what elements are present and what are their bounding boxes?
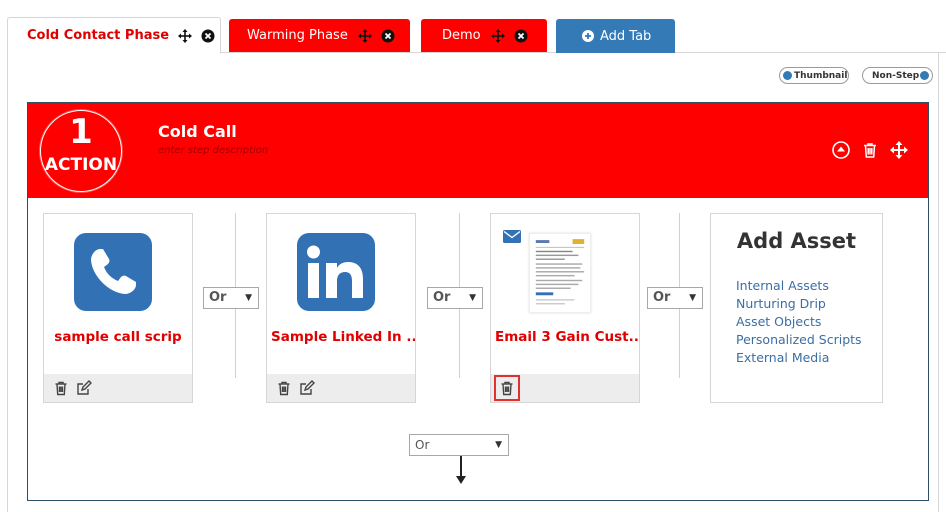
collapse-icon[interactable] <box>832 141 850 159</box>
or-select-value: Or <box>433 290 451 305</box>
tab-label: Demo <box>442 28 481 43</box>
add-asset-nurturing-drip[interactable]: Nurturing Drip <box>736 295 862 313</box>
asset-card[interactable]: sample call scrip <box>43 213 193 403</box>
tab-label: Cold Contact Phase <box>27 28 170 43</box>
add-asset-title: Add Asset <box>736 229 857 253</box>
non-step-toggle[interactable]: Non-Step <box>862 67 933 84</box>
plus-circle-icon <box>582 30 594 42</box>
thumbnail-toggle-label: Thumbnail <box>794 70 848 81</box>
delete-asset-button[interactable] <box>494 375 520 401</box>
trash-icon[interactable] <box>53 380 69 396</box>
edit-icon[interactable] <box>299 380 315 396</box>
add-asset-external-media[interactable]: External Media <box>736 349 862 367</box>
add-tab-label: Add Tab <box>600 28 652 44</box>
or-select-value: Or <box>653 290 671 305</box>
trash-icon <box>501 381 513 396</box>
asset-card-actions <box>44 374 192 402</box>
thumbnail-toggle[interactable]: Thumbnail <box>779 67 849 84</box>
close-icon[interactable] <box>381 29 395 43</box>
or-select-value: Or <box>209 290 227 305</box>
step-type: ACTION <box>44 155 118 175</box>
add-asset-internal-assets[interactable]: Internal Assets <box>736 277 862 295</box>
phase-tabs: Cold Contact Phase Warming Phase Demo Ad… <box>0 0 946 54</box>
chevron-down-icon: ▼ <box>495 440 502 450</box>
asset-name[interactable]: Email 3 Gain Cust... <box>491 329 639 345</box>
asset-card-actions <box>267 374 415 402</box>
step-panel: 1 ACTION Cold Call enter step descriptio… <box>27 102 929 501</box>
chevron-down-icon: ▼ <box>245 293 252 303</box>
add-asset-personalized-scripts[interactable]: Personalized Scripts <box>736 331 862 349</box>
asset-card[interactable]: Sample Linked In ... <box>266 213 416 403</box>
move-icon[interactable] <box>178 28 193 43</box>
asset-name[interactable]: sample call scrip <box>44 329 192 345</box>
step-header-actions <box>821 141 908 159</box>
non-step-toggle-label: Non-Step <box>872 70 920 81</box>
envelope-icon <box>503 230 521 243</box>
chevron-down-icon: ▼ <box>469 293 476 303</box>
add-tab-button[interactable]: Add Tab <box>556 19 675 53</box>
edit-icon[interactable] <box>76 380 92 396</box>
step-connector-value: Or <box>415 438 430 452</box>
step-badge: 1 ACTION <box>40 110 122 192</box>
add-asset-asset-objects[interactable]: Asset Objects <box>736 313 862 331</box>
trash-icon[interactable] <box>861 141 879 159</box>
step-header: 1 ACTION Cold Call enter step descriptio… <box>28 103 928 198</box>
close-icon[interactable] <box>201 29 215 43</box>
or-select[interactable]: Or ▼ <box>203 287 259 309</box>
add-asset-card: Add Asset Internal Assets Nurturing Drip… <box>710 213 883 403</box>
or-select[interactable]: Or ▼ <box>427 287 483 309</box>
asset-name[interactable]: Sample Linked In ... <box>267 329 415 345</box>
or-select[interactable]: Or ▼ <box>647 287 703 309</box>
move-icon[interactable] <box>490 28 505 43</box>
step-title[interactable]: Cold Call <box>158 122 237 141</box>
phone-icon <box>74 233 152 311</box>
step-description-input[interactable]: enter step description <box>158 145 268 156</box>
linkedin-icon <box>297 233 375 311</box>
add-asset-options: Internal Assets Nurturing Drip Asset Obj… <box>736 277 862 367</box>
tab-label: Warming Phase <box>247 28 348 43</box>
trash-icon[interactable] <box>276 380 292 396</box>
close-icon[interactable] <box>514 29 528 43</box>
email-thumbnail <box>529 233 591 313</box>
asset-card[interactable]: Email 3 Gain Cust... <box>490 213 640 403</box>
step-connector-select[interactable]: Or ▼ <box>409 434 509 456</box>
tab-warming-phase[interactable]: Warming Phase <box>229 19 410 52</box>
asset-card-actions <box>491 374 639 402</box>
move-icon[interactable] <box>890 141 908 159</box>
toggle-knob <box>783 71 792 80</box>
tab-demo[interactable]: Demo <box>421 19 547 52</box>
move-icon[interactable] <box>357 28 372 43</box>
toggle-knob <box>920 71 929 80</box>
arrow-down-icon <box>456 456 466 484</box>
tab-cold-contact-phase[interactable]: Cold Contact Phase <box>7 17 221 54</box>
step-number: 1 <box>69 112 93 152</box>
chevron-down-icon: ▼ <box>689 293 696 303</box>
